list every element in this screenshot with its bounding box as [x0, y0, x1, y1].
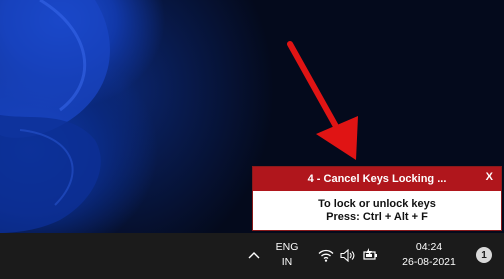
clock[interactable]: 04:24 26-08-2021 — [395, 240, 463, 270]
notification-header: 4 - Cancel Keys Locking ... X — [253, 167, 501, 191]
volume-icon — [339, 248, 354, 262]
key-lock-notification: 4 - Cancel Keys Locking ... X To lock or… — [252, 166, 502, 231]
notification-title: 4 - Cancel Keys Locking ... — [307, 173, 447, 185]
battery-button[interactable] — [362, 246, 380, 264]
red-arrow-icon — [287, 41, 358, 160]
close-button[interactable]: X — [486, 171, 493, 183]
show-hidden-icons-button[interactable] — [246, 247, 262, 263]
wifi-icon — [318, 249, 334, 262]
battery-charging-icon — [363, 248, 377, 260]
volume-button[interactable] — [339, 247, 355, 263]
notification-body: To lock or unlock keys Press: Ctrl + Alt… — [253, 191, 501, 224]
instruction-line-1: To lock or unlock keys — [318, 198, 436, 210]
instruction-line-2: Press: Ctrl + Alt + F — [326, 211, 428, 223]
network-button[interactable] — [317, 247, 335, 263]
clock-date: 26-08-2021 — [402, 256, 456, 268]
region-code: IN — [281, 256, 293, 268]
chevron-up-icon — [248, 252, 260, 259]
language-indicator[interactable]: ENG IN — [270, 240, 304, 270]
notification-center-button[interactable]: 1 — [476, 247, 492, 263]
language-code: ENG — [275, 241, 299, 253]
taskbar: ENG IN 04:24 26-08-2021 1 — [0, 233, 504, 279]
clock-time: 04:24 — [415, 241, 443, 253]
